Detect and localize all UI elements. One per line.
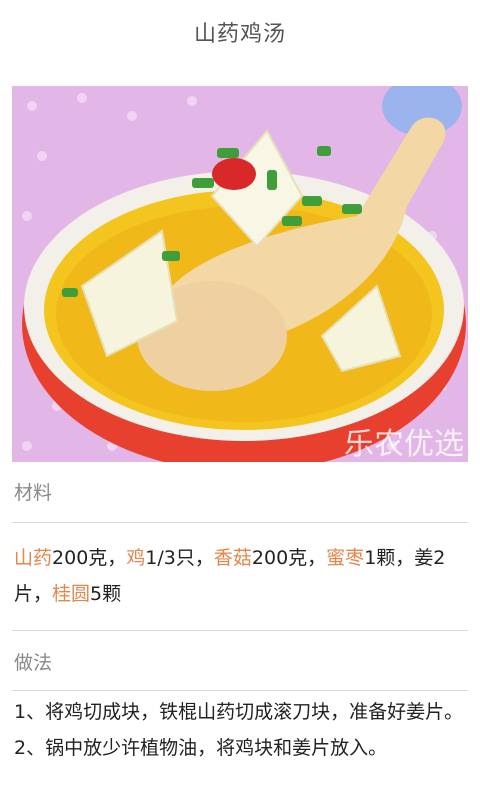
method-heading: 做法 — [14, 652, 53, 674]
ingredient-qty: 200克， — [52, 547, 127, 569]
method-steps: 1、将鸡切成块，铁棍山药切成滚刀块，准备好姜片。 2、锅中放少许植物油，将鸡块和… — [14, 694, 468, 766]
ingredient-name: 山药 — [14, 547, 53, 569]
ingredient-name: 香菇 — [213, 547, 252, 569]
step-item: 1、将鸡切成块，铁棍山药切成滚刀块，准备好姜片。 — [14, 701, 464, 723]
ingredient-name: 鸡 — [126, 547, 146, 569]
divider — [12, 522, 468, 523]
divider — [12, 630, 468, 631]
soup-bowl-illustration: 乐农优选 — [12, 86, 468, 462]
ingredient-name: 桂圆 — [52, 583, 91, 605]
page-title: 山药鸡汤 — [193, 22, 286, 47]
ingredient-qty: 5颗 — [90, 583, 122, 605]
materials-heading: 材料 — [14, 482, 53, 504]
ingredient-qty: 200克， — [251, 547, 327, 569]
ingredients-list: 山药200克，鸡1/3只，香菇200克，蜜枣1颗，姜2片，桂圆5颗 — [14, 540, 468, 612]
recipe-photo: 乐农优选 — [12, 86, 468, 462]
ingredient-name: 蜜枣 — [326, 547, 365, 569]
ingredient-qty: 1/3只， — [145, 547, 214, 569]
step-item: 2、锅中放少许植物油，将鸡块和姜片放入。 — [14, 737, 388, 759]
photo-watermark: 乐农优选 — [344, 427, 464, 462]
divider — [12, 690, 468, 691]
top-bar: 山药鸡汤 — [0, 0, 480, 64]
